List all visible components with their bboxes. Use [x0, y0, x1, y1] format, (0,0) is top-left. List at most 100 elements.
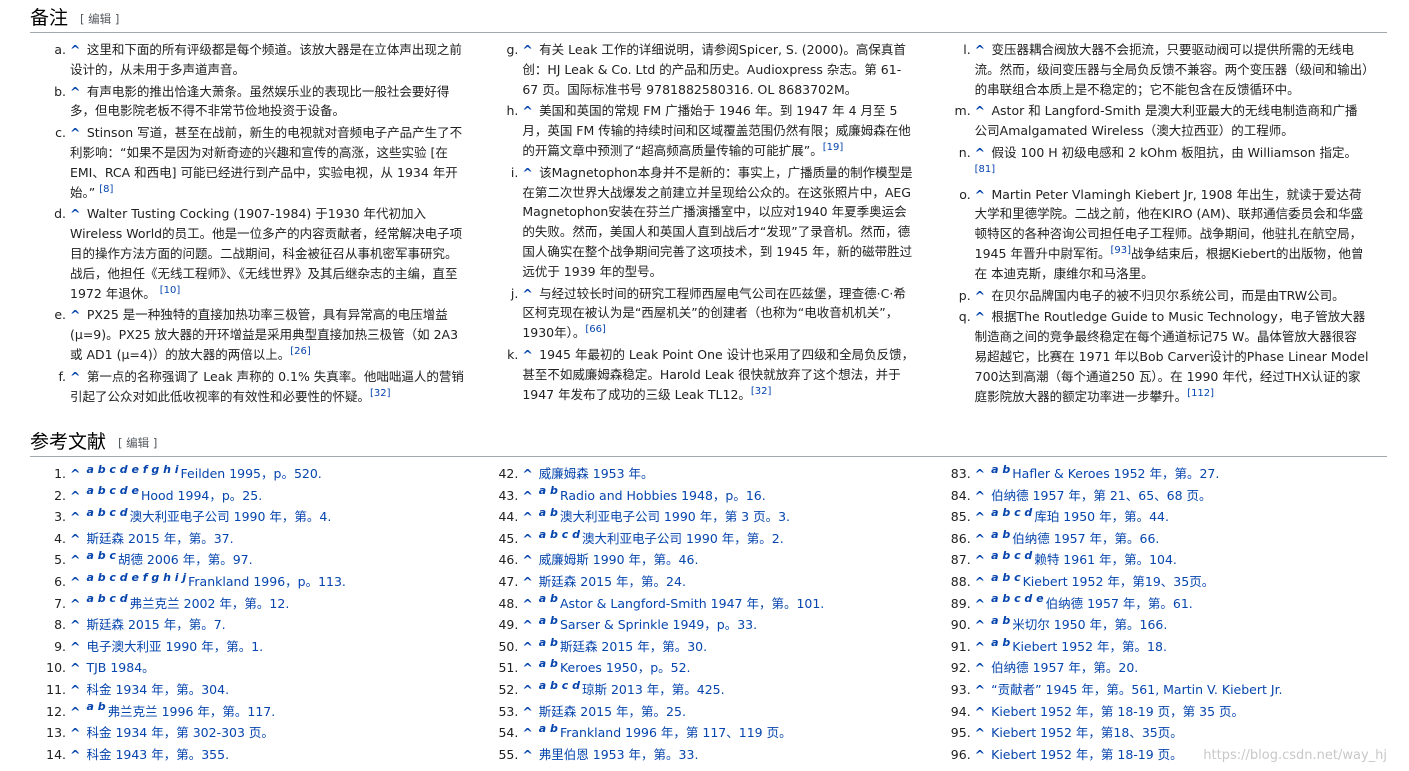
ref-backlink[interactable]: ^	[522, 531, 532, 546]
ref-source-link[interactable]: 澳大利亚电子公司 1990 年，第 3 页。3.	[560, 509, 790, 524]
ref-backlink[interactable]: ^	[975, 574, 985, 589]
note-backlink[interactable]: ^	[975, 145, 990, 160]
note-backlink[interactable]: ^	[522, 347, 537, 362]
citation-link[interactable]: [66]	[585, 324, 606, 335]
ref-source-link[interactable]: Kiebert 1952 年，第。18.	[1012, 639, 1167, 654]
citation-link[interactable]: [81]	[975, 164, 996, 175]
ref-backlink-letters[interactable]: a b c d e	[991, 592, 1043, 605]
ref-backlink-letters[interactable]: a b c d e	[86, 484, 138, 497]
ref-backlink[interactable]: ^	[70, 596, 80, 611]
ref-backlink[interactable]: ^	[70, 682, 80, 697]
ref-backlink[interactable]: ^	[70, 725, 80, 740]
ref-backlink[interactable]: ^	[975, 725, 985, 740]
note-backlink[interactable]: ^	[70, 206, 85, 221]
ref-source-link[interactable]: 科金 1934 年，第。304.	[86, 682, 229, 697]
citation-link[interactable]: [93]	[1110, 245, 1131, 256]
ref-backlink[interactable]: ^	[70, 747, 80, 762]
ref-source-link[interactable]: 电子澳大利亚 1990 年，第。1.	[86, 639, 263, 654]
note-backlink[interactable]: ^	[522, 103, 537, 118]
ref-backlink[interactable]: ^	[975, 596, 985, 611]
notes-edit-link[interactable]: [ 编辑 ]	[80, 11, 119, 27]
ref-source-link[interactable]: Radio and Hobbies 1948，p。16.	[560, 488, 766, 503]
ref-source-link[interactable]: 伯纳德 1957 年，第 21、65、68 页。	[991, 488, 1211, 503]
ref-backlink[interactable]: ^	[975, 466, 985, 481]
ref-source-link[interactable]: Frankland 1996 年，第 117、119 页。	[560, 725, 792, 740]
ref-backlink-letters[interactable]: a b c d	[539, 528, 580, 541]
note-backlink[interactable]: ^	[70, 84, 85, 99]
ref-backlink-letters[interactable]: a b c d	[991, 549, 1032, 562]
ref-source-link[interactable]: 威廉姆森 1953 年。	[539, 466, 654, 481]
ref-source-link[interactable]: Feilden 1995，p。520.	[181, 466, 322, 481]
note-backlink[interactable]: ^	[522, 165, 537, 180]
ref-source-link[interactable]: 赖特 1961 年，第。104.	[1034, 552, 1177, 567]
ref-source-link[interactable]: “贡献者” 1945 年，第。561, Martin V. Kiebert Jr…	[991, 682, 1282, 697]
ref-source-link[interactable]: Hafler & Keroes 1952 年，第。27.	[1012, 466, 1219, 481]
ref-source-link[interactable]: Astor & Langford-Smith 1947 年，第。101.	[560, 596, 824, 611]
ref-backlink[interactable]: ^	[522, 488, 532, 503]
ref-source-link[interactable]: Kiebert 1952 年，第 18-19 页，第 35 页。	[991, 704, 1244, 719]
ref-backlink-letters[interactable]: a b	[86, 700, 105, 713]
ref-backlink-letters[interactable]: a b	[539, 614, 558, 627]
note-backlink[interactable]: ^	[70, 369, 85, 384]
note-backlink[interactable]: ^	[975, 187, 990, 202]
ref-source-link[interactable]: 斯廷森 2015 年，第。25.	[539, 704, 686, 719]
ref-source-link[interactable]: 库珀 1950 年，第。44.	[1034, 509, 1169, 524]
citation-link[interactable]: [26]	[290, 346, 311, 357]
ref-source-link[interactable]: 斯廷森 2015 年，第。7.	[86, 617, 225, 632]
ref-source-link[interactable]: 琼斯 2013 年，第。425.	[582, 682, 725, 697]
ref-backlink[interactable]: ^	[522, 660, 532, 675]
ref-backlink-letters[interactable]: a b c	[991, 571, 1020, 584]
ref-backlink-letters[interactable]: a b c	[86, 549, 115, 562]
note-backlink[interactable]: ^	[70, 307, 85, 322]
note-backlink[interactable]: ^	[975, 103, 990, 118]
ref-source-link[interactable]: 米切尔 1950 年，第。166.	[1012, 617, 1167, 632]
ref-backlink-letters[interactable]: a b	[539, 592, 558, 605]
ref-backlink-letters[interactable]: a b	[991, 614, 1010, 627]
ref-backlink[interactable]: ^	[522, 639, 532, 654]
note-backlink[interactable]: ^	[522, 286, 537, 301]
ref-source-link[interactable]: Kiebert 1952 年，第18、35页。	[991, 725, 1183, 740]
note-backlink[interactable]: ^	[70, 42, 85, 57]
ref-backlink-letters[interactable]: a b c d e f g h i j	[86, 571, 186, 584]
ref-backlink[interactable]: ^	[975, 660, 985, 675]
ref-source-link[interactable]: 威廉姆斯 1990 年，第。46.	[539, 552, 699, 567]
ref-backlink[interactable]: ^	[70, 704, 80, 719]
ref-source-link[interactable]: 伯纳德 1957 年，第。61.	[1046, 596, 1193, 611]
citation-link[interactable]: [32]	[751, 385, 772, 396]
note-backlink[interactable]: ^	[522, 42, 537, 57]
ref-backlink[interactable]: ^	[522, 552, 532, 567]
ref-source-link[interactable]: 弗里伯恩 1953 年，第。33.	[539, 747, 699, 762]
ref-source-link[interactable]: 伯纳德 1957 年，第。66.	[1012, 531, 1159, 546]
ref-source-link[interactable]: 科金 1943 年，第。355.	[86, 747, 229, 762]
ref-backlink[interactable]: ^	[522, 682, 532, 697]
ref-source-link[interactable]: 斯廷森 2015 年，第。24.	[539, 574, 686, 589]
ref-source-link[interactable]: 澳大利亚电子公司 1990 年，第。2.	[582, 531, 784, 546]
citation-link[interactable]: [32]	[370, 387, 391, 398]
ref-source-link[interactable]: 弗兰克兰 2002 年，第。12.	[130, 596, 290, 611]
ref-source-link[interactable]: Kiebert 1952 年，第 18-19 页。	[991, 747, 1183, 762]
note-backlink[interactable]: ^	[70, 125, 85, 140]
ref-backlink[interactable]: ^	[522, 466, 532, 481]
ref-source-link[interactable]: Frankland 1996，p。113.	[188, 574, 346, 589]
ref-backlink-letters[interactable]: a b	[539, 506, 558, 519]
ref-backlink[interactable]: ^	[70, 660, 80, 675]
ref-backlink[interactable]: ^	[522, 725, 532, 740]
ref-backlink[interactable]: ^	[522, 509, 532, 524]
ref-backlink-letters[interactable]: a b	[539, 484, 558, 497]
ref-backlink[interactable]: ^	[522, 747, 532, 762]
ref-source-link[interactable]: Hood 1994，p。25.	[141, 488, 262, 503]
ref-backlink-letters[interactable]: a b	[991, 463, 1010, 476]
ref-backlink-letters[interactable]: a b	[991, 528, 1010, 541]
ref-source-link[interactable]: TJB 1984。	[86, 660, 154, 675]
ref-backlink[interactable]: ^	[70, 639, 80, 654]
ref-backlink-letters[interactable]: a b c d	[991, 506, 1032, 519]
note-backlink[interactable]: ^	[975, 42, 990, 57]
ref-backlink[interactable]: ^	[975, 639, 985, 654]
ref-backlink[interactable]: ^	[975, 531, 985, 546]
ref-backlink[interactable]: ^	[522, 617, 532, 632]
ref-backlink-letters[interactable]: a b c d	[86, 592, 127, 605]
ref-backlink[interactable]: ^	[522, 574, 532, 589]
refs-edit-link[interactable]: [ 编辑 ]	[118, 435, 157, 451]
citation-link[interactable]: [8]	[99, 183, 113, 194]
ref-backlink[interactable]: ^	[975, 682, 985, 697]
